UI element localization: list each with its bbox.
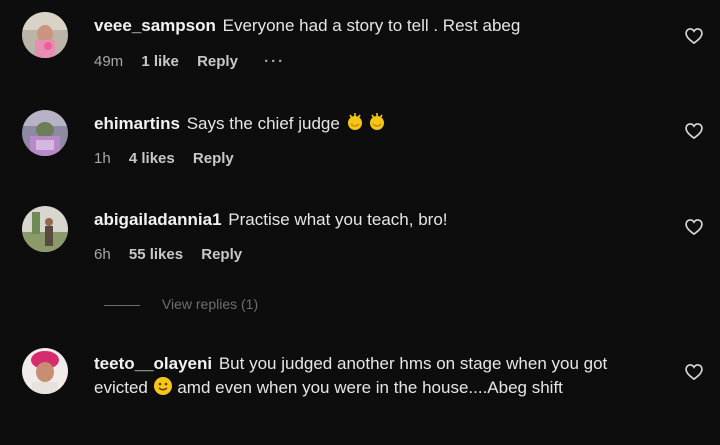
comment-text: ehimartins Says the chief judge xyxy=(94,112,654,139)
view-replies-label: View replies (1) xyxy=(161,296,259,312)
divider-line xyxy=(104,304,140,306)
username[interactable]: abigailadannia1 xyxy=(94,210,222,229)
clapping-hands-icon xyxy=(345,112,389,139)
timestamp: 1h xyxy=(94,150,111,167)
comment-text: abigailadannia1 Practise what you teach,… xyxy=(94,208,654,232)
avatar[interactable] xyxy=(22,110,68,156)
username[interactable]: veee_sampson xyxy=(94,16,216,35)
timestamp: 49m xyxy=(94,53,124,70)
comment-body: Says the chief judge xyxy=(186,114,340,133)
comment-meta: 49m 1 like Reply ··· xyxy=(94,53,285,70)
likes-count[interactable]: 4 likes xyxy=(129,150,175,167)
username[interactable]: teeto__olayeni xyxy=(94,354,212,373)
timestamp: 6h xyxy=(94,246,111,263)
reply-button[interactable]: Reply xyxy=(201,246,242,263)
avatar[interactable] xyxy=(22,348,68,394)
comment-body: Everyone had a story to tell . Rest abeg xyxy=(222,16,521,35)
reply-button[interactable]: Reply xyxy=(197,53,238,70)
heart-icon[interactable] xyxy=(684,362,704,382)
heart-icon[interactable] xyxy=(684,217,704,237)
slightly-smiling-face-icon xyxy=(153,376,173,403)
comment-text: veee_sampson Everyone had a story to tel… xyxy=(94,14,654,38)
avatar[interactable] xyxy=(22,206,68,252)
comment-text: teeto__olayeni But you judged another hm… xyxy=(94,352,654,403)
view-replies-button[interactable]: View replies (1) xyxy=(104,296,258,312)
more-options-icon[interactable]: ··· xyxy=(264,53,285,70)
likes-count[interactable]: 55 likes xyxy=(129,246,183,263)
likes-count[interactable]: 1 like xyxy=(141,53,179,70)
username[interactable]: ehimartins xyxy=(94,114,180,133)
reply-button[interactable]: Reply xyxy=(193,150,234,167)
comment-meta: 1h 4 likes Reply xyxy=(94,150,256,167)
comment-body-continued: amd even when you were in the house....A… xyxy=(172,378,563,397)
comment-body: Practise what you teach, bro! xyxy=(228,210,448,229)
heart-icon[interactable] xyxy=(684,26,704,46)
heart-icon[interactable] xyxy=(684,121,704,141)
comment-meta: 6h 55 likes Reply xyxy=(94,246,264,263)
avatar[interactable] xyxy=(22,12,68,58)
